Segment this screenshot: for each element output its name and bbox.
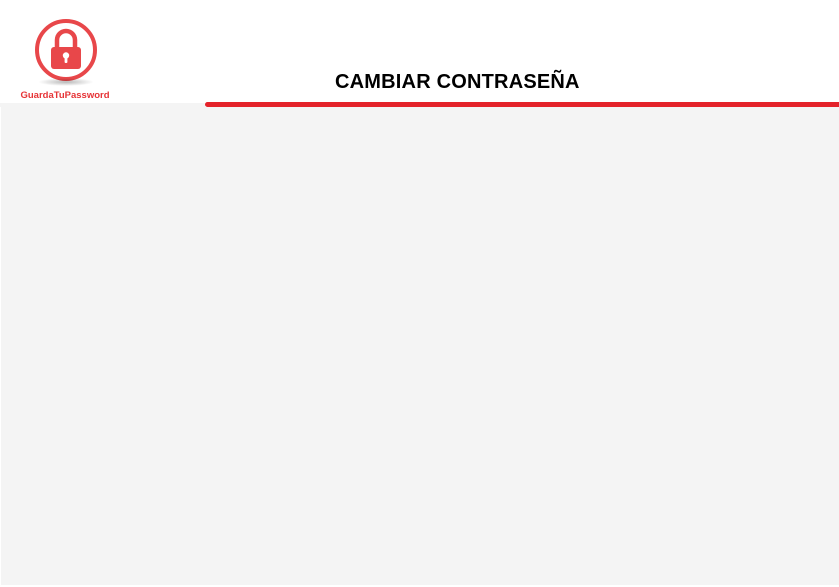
- app-window: GuardaTuPassword CAMBIAR CONTRASEÑA: [0, 0, 839, 587]
- logo-shadow: [38, 78, 94, 86]
- padlock-icon: [35, 19, 97, 81]
- brand-logo[interactable]: GuardaTuPassword: [12, 16, 118, 104]
- brand-name: GuardaTuPassword: [20, 90, 110, 101]
- content-panel: [1, 107, 839, 585]
- page-title: CAMBIAR CONTRASEÑA: [335, 71, 580, 93]
